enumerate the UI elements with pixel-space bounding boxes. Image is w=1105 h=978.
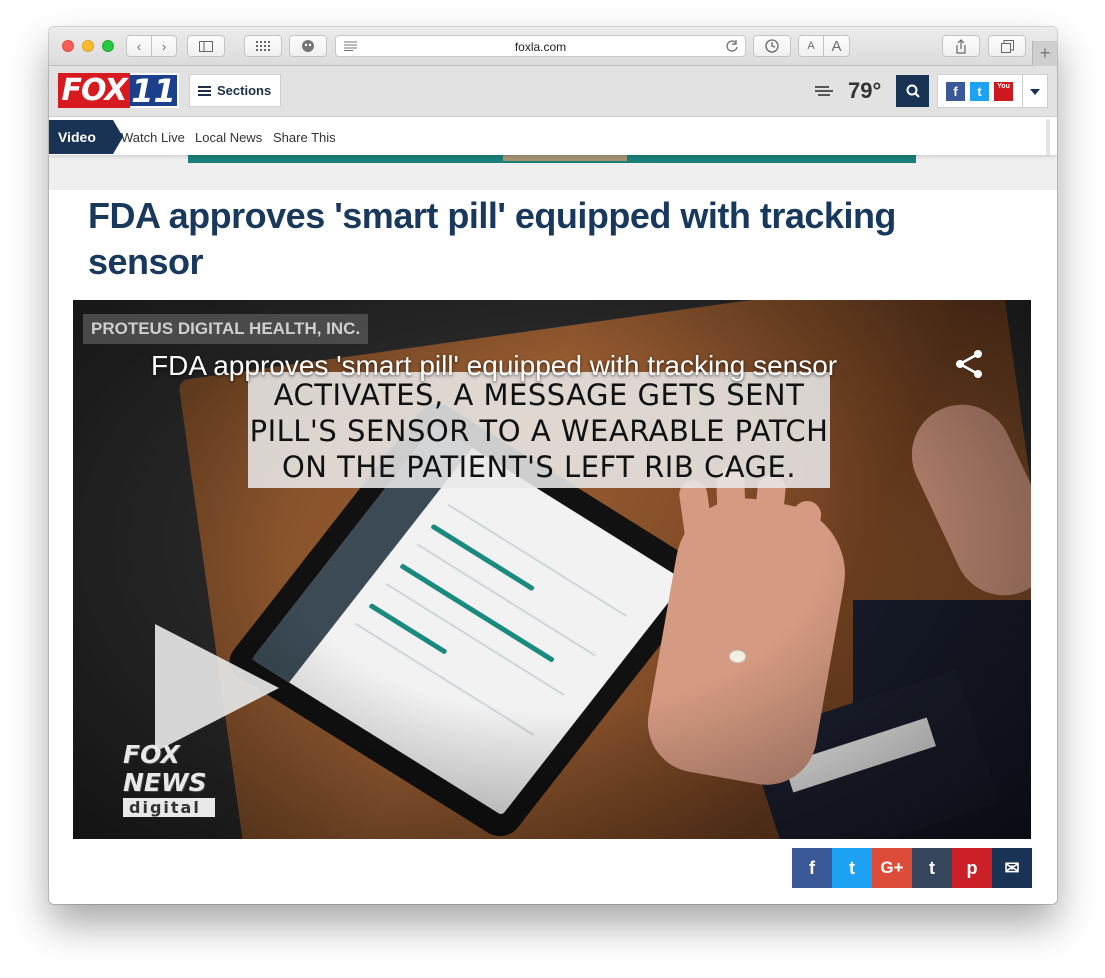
twitter-icon[interactable]: t xyxy=(970,82,989,101)
caption-line: PILL'S SENSOR TO A WEARABLE PATCH xyxy=(249,414,829,448)
text-smaller-label: A xyxy=(807,40,815,52)
share-email-button[interactable]: ✉ xyxy=(992,848,1032,888)
twitter-icon: t xyxy=(849,857,855,878)
social-links: f t You xyxy=(937,74,1048,108)
badge-line1: FOX xyxy=(123,740,180,769)
fox-news-digital-logo: FOX NEWS digital xyxy=(123,726,215,818)
back-button[interactable]: ‹ xyxy=(126,35,152,57)
browser-toolbar: ‹ › foxla.com A A + xyxy=(49,27,1057,66)
ad-area xyxy=(49,155,1057,190)
history-button[interactable] xyxy=(753,35,791,57)
temperature[interactable]: 79° xyxy=(848,78,881,104)
video-subnav: Video Watch Live Local News Share This xyxy=(49,117,1057,155)
text-larger-button[interactable]: A xyxy=(823,35,850,57)
share-pinterest-button[interactable]: p xyxy=(952,848,992,888)
text-smaller-button[interactable]: A xyxy=(798,35,824,57)
sidebar-icon xyxy=(199,40,213,52)
scroll-edge xyxy=(1046,119,1050,155)
tabs-icon xyxy=(1000,39,1014,53)
chevron-left-icon: ‹ xyxy=(136,38,142,54)
share-bar: f t G+ t p ✉ xyxy=(792,848,1032,888)
share-this-link[interactable]: Share This xyxy=(273,130,336,145)
grid-icon xyxy=(256,41,270,51)
watch-live-link[interactable]: Watch Live xyxy=(121,130,185,145)
reload-icon[interactable] xyxy=(725,39,739,53)
zoom-window-button[interactable] xyxy=(102,40,114,52)
chevron-right-icon: › xyxy=(161,38,167,54)
hamburger-icon xyxy=(198,84,211,98)
top-sites-button[interactable] xyxy=(244,35,282,57)
video-share-icon[interactable] xyxy=(953,348,985,380)
badge-line3: digital xyxy=(123,798,215,817)
share-facebook-button[interactable]: f xyxy=(792,848,832,888)
video-credit: PROTEUS DIGITAL HEALTH, INC. xyxy=(83,314,369,344)
logo-number-text: 11 xyxy=(130,72,179,110)
video-title: FDA approves 'smart pill' equipped with … xyxy=(151,350,838,381)
youtube-icon[interactable]: You xyxy=(994,82,1013,101)
divider xyxy=(1022,75,1023,107)
address-bar[interactable]: foxla.com xyxy=(335,35,746,57)
search-icon xyxy=(906,84,920,98)
sidebar-button[interactable] xyxy=(187,35,225,57)
local-news-link[interactable]: Local News xyxy=(195,130,262,145)
text-larger-label: A xyxy=(831,37,842,55)
fox11-logo[interactable]: FOX 11 xyxy=(58,72,179,110)
weather-icon[interactable] xyxy=(815,84,833,98)
new-tab-button[interactable]: + xyxy=(1032,41,1057,66)
sections-label: Sections xyxy=(217,83,272,98)
googleplus-icon: G+ xyxy=(880,858,904,877)
share-googleplus-button[interactable]: G+ xyxy=(872,848,912,888)
forward-button[interactable]: › xyxy=(151,35,177,57)
ghostery-button[interactable] xyxy=(289,35,327,57)
tumblr-icon: t xyxy=(929,857,935,878)
ghost-icon xyxy=(302,40,314,52)
clock-icon xyxy=(765,39,779,53)
video-player[interactable]: PROTEUS DIGITAL HEALTH, INC. ACTIVATES, … xyxy=(73,300,1031,839)
email-icon: ✉ xyxy=(1004,857,1020,878)
ad-graphic xyxy=(503,155,627,161)
url-text: foxla.com xyxy=(514,40,567,54)
site-header: FOX 11 Sections 79° f t You xyxy=(49,66,1057,117)
facebook-icon: f xyxy=(809,857,815,878)
sections-button[interactable]: Sections xyxy=(189,74,281,107)
browser-window: ‹ › foxla.com A A + FOX 11 Sections 79° … xyxy=(49,27,1057,904)
caption-line: ACTIVATES, A MESSAGE GETS SENT xyxy=(273,378,805,412)
article-title: FDA approves 'smart pill' equipped with … xyxy=(88,195,896,282)
badge-line2: NEWS xyxy=(123,768,207,797)
search-button[interactable] xyxy=(896,75,929,107)
tabs-overview-button[interactable] xyxy=(988,35,1026,57)
ad-banner[interactable] xyxy=(188,155,916,163)
minimize-window-button[interactable] xyxy=(82,40,94,52)
facebook-icon[interactable]: f xyxy=(946,82,965,101)
pinterest-icon: p xyxy=(966,857,978,878)
share-tumblr-button[interactable]: t xyxy=(912,848,952,888)
share-browser-button[interactable] xyxy=(942,35,980,57)
video-section-tag[interactable]: Video xyxy=(49,120,123,154)
share-icon xyxy=(956,38,966,54)
close-window-button[interactable] xyxy=(62,40,74,52)
video-caption-card: ACTIVATES, A MESSAGE GETS SENT PILL'S SE… xyxy=(248,372,830,488)
caption-line: ON THE PATIENT'S LEFT RIB CAGE. xyxy=(281,450,797,484)
chevron-down-icon[interactable] xyxy=(1030,89,1040,95)
logo-fox-text: FOX xyxy=(61,73,127,108)
share-twitter-button[interactable]: t xyxy=(832,848,872,888)
